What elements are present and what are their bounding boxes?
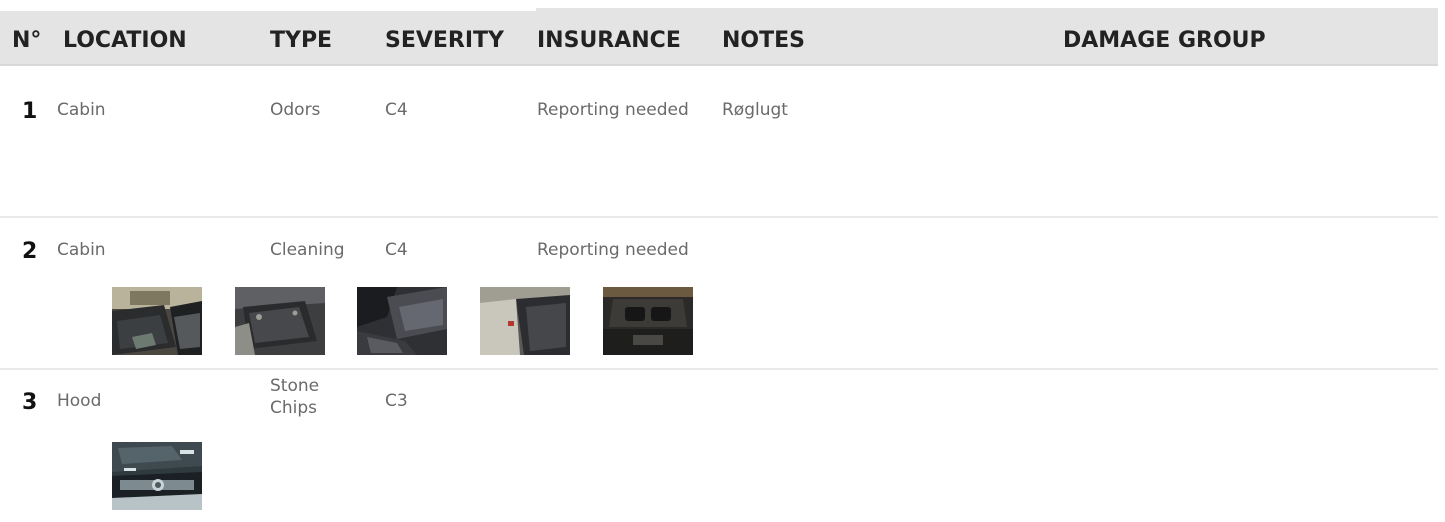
row-type: Cleaning: [270, 240, 345, 260]
table-row: 2 Cabin Cleaning C4 Reporting needed: [0, 218, 1438, 370]
table-header: N° LOCATION TYPE SEVERITY INSURANCE NOTE…: [0, 8, 1438, 66]
row-severity: C3: [385, 391, 408, 411]
hood-photo[interactable]: [112, 442, 202, 510]
header-notes: NOTES: [722, 28, 805, 53]
row-type-line2: Chips: [270, 398, 318, 418]
row-insurance: Reporting needed: [537, 100, 689, 120]
header-severity: SEVERITY: [385, 28, 504, 53]
row-number: 1: [22, 99, 38, 124]
row-number: 3: [22, 390, 38, 415]
header-damage-group: DAMAGE GROUP: [1063, 28, 1266, 53]
row-notes: Røglugt: [722, 100, 788, 120]
row-severity: C4: [385, 100, 408, 120]
seat-photo[interactable]: [112, 287, 202, 355]
row-location: Cabin: [57, 100, 106, 120]
row-severity: C4: [385, 240, 408, 260]
row-location: Cabin: [57, 240, 106, 260]
table-row: 3 Hood Stone Chips C3: [0, 370, 1438, 522]
header-insurance: INSURANCE: [537, 28, 681, 53]
header-type: TYPE: [270, 28, 333, 53]
table-row: 1 Cabin Odors C4 Reporting needed Røglug…: [0, 66, 1438, 218]
rear-floor-photo[interactable]: [480, 287, 570, 355]
floor-mat-photo[interactable]: [235, 287, 325, 355]
row-number: 2: [22, 239, 38, 264]
footwell-photo[interactable]: [357, 287, 447, 355]
row-insurance: Reporting needed: [537, 240, 689, 260]
row-location: Hood: [57, 391, 102, 411]
header-notch: [0, 8, 536, 11]
header-location: LOCATION: [63, 28, 187, 53]
row-type: Odors: [270, 100, 321, 120]
center-console-photo[interactable]: [603, 287, 693, 355]
header-number: N°: [12, 28, 42, 53]
row-type-line1: Stone: [270, 376, 320, 396]
